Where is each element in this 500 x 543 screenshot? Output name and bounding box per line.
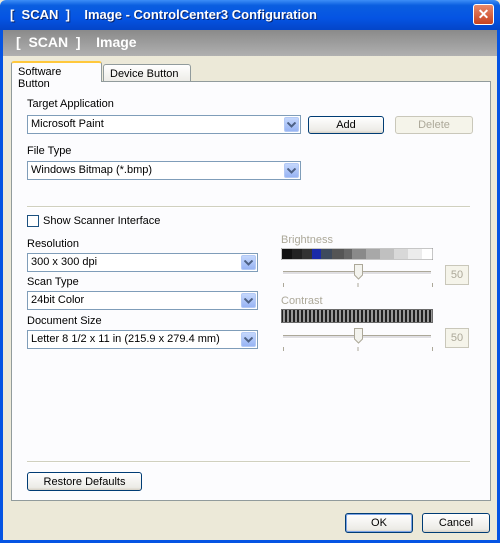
- tab-software-button[interactable]: Software Button: [11, 61, 102, 90]
- contrast-slider-thumb[interactable]: [354, 328, 363, 344]
- file-type-label: File Type: [27, 145, 72, 157]
- brightness-slider-ticks: [283, 283, 433, 287]
- title-bar: [ SCAN ] Image - ControlCenter3 Configur…: [0, 0, 500, 30]
- target-application-label: Target Application: [27, 98, 114, 110]
- cancel-button-label: Cancel: [438, 517, 474, 529]
- divider: [27, 206, 470, 208]
- document-size-value: Letter 8 1/2 x 11 in (215.9 x 279.4 mm): [31, 333, 220, 345]
- header-band: [ SCAN ] Image: [3, 30, 497, 56]
- file-type-value: Windows Bitmap (*.bmp): [31, 164, 153, 176]
- divider: [27, 461, 470, 463]
- target-application-select[interactable]: Microsoft Paint: [27, 115, 301, 134]
- cancel-button[interactable]: Cancel: [422, 513, 490, 533]
- brightness-label: Brightness: [281, 234, 333, 246]
- document-size-select[interactable]: Letter 8 1/2 x 11 in (215.9 x 279.4 mm): [27, 330, 258, 349]
- add-button-label: Add: [336, 119, 356, 131]
- chevron-down-icon[interactable]: [241, 255, 256, 270]
- file-type-select[interactable]: Windows Bitmap (*.bmp): [27, 161, 301, 180]
- delete-button-label: Delete: [418, 119, 450, 131]
- brightness-gradient-icon: [281, 248, 433, 260]
- delete-button[interactable]: Delete: [395, 116, 473, 134]
- target-application-value: Microsoft Paint: [31, 118, 104, 130]
- scan-type-select[interactable]: 24bit Color: [27, 291, 258, 310]
- brightness-slider-thumb[interactable]: [354, 264, 363, 280]
- ok-button-label: OK: [371, 517, 387, 529]
- chevron-down-icon[interactable]: [241, 293, 256, 308]
- chevron-down-icon[interactable]: [284, 117, 299, 132]
- contrast-label: Contrast: [281, 295, 323, 307]
- scan-type-value: 24bit Color: [31, 294, 85, 306]
- ok-button[interactable]: OK: [345, 513, 413, 533]
- resolution-label: Resolution: [27, 238, 79, 250]
- contrast-slider-ticks: [283, 347, 433, 351]
- brightness-value: 50: [450, 269, 464, 281]
- add-button[interactable]: Add: [308, 116, 384, 134]
- contrast-value-box[interactable]: 50: [445, 328, 469, 348]
- header-title: [ SCAN ] Image: [16, 34, 137, 50]
- chevron-down-icon[interactable]: [241, 332, 256, 347]
- contrast-pattern-icon: [281, 309, 433, 323]
- document-size-label: Document Size: [27, 315, 102, 327]
- resolution-value: 300 x 300 dpi: [31, 256, 98, 268]
- chevron-down-icon[interactable]: [284, 163, 299, 178]
- brightness-value-box[interactable]: 50: [445, 265, 469, 285]
- resolution-select[interactable]: 300 x 300 dpi: [27, 253, 258, 272]
- close-icon[interactable]: ✕: [473, 4, 494, 25]
- window-title: [ SCAN ] Image - ControlCenter3 Configur…: [10, 7, 317, 22]
- restore-defaults-button[interactable]: Restore Defaults: [27, 472, 142, 491]
- scan-type-label: Scan Type: [27, 276, 79, 288]
- contrast-value: 50: [450, 332, 464, 344]
- tab-device-button-label: Device Button: [110, 68, 179, 80]
- restore-defaults-label: Restore Defaults: [43, 475, 126, 488]
- tab-device-button[interactable]: Device Button: [103, 64, 191, 82]
- show-scanner-interface-checkbox[interactable]: [27, 215, 39, 227]
- show-scanner-interface-label: Show Scanner Interface: [43, 215, 161, 227]
